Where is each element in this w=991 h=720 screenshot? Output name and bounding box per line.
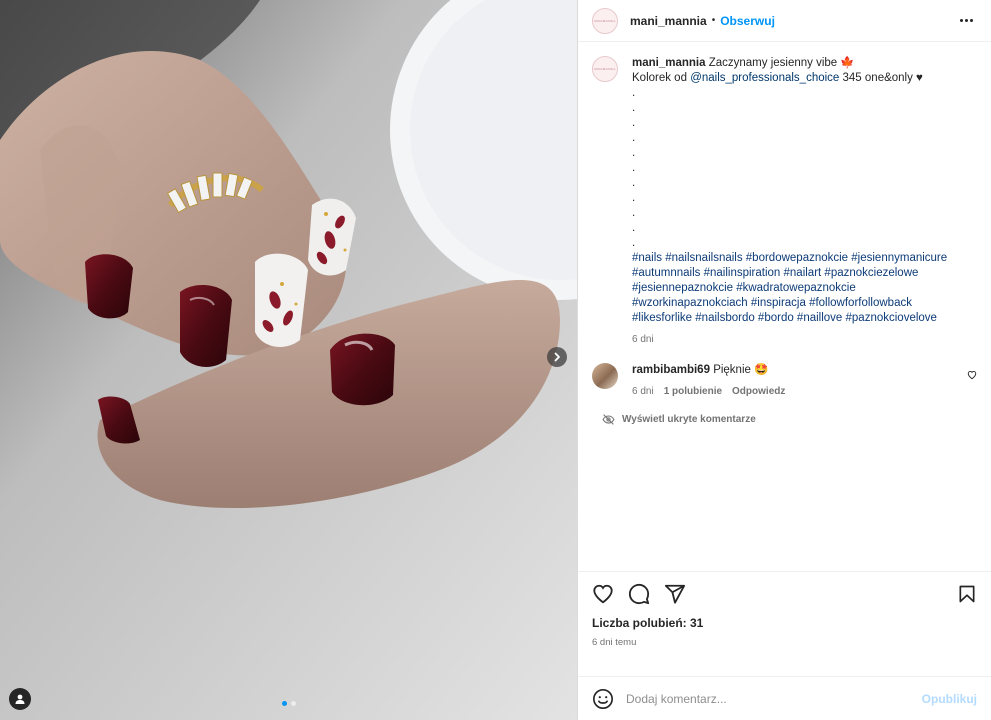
- caption-dot: .: [632, 207, 636, 219]
- comment-like-button[interactable]: [967, 369, 977, 383]
- comment-item: rambibambi69 Pięknie 🤩 6 dni 1 polubieni…: [592, 363, 977, 399]
- commenter-avatar[interactable]: [592, 363, 618, 389]
- carousel-dot-active: [281, 701, 287, 706]
- comment-age: 6 dni: [632, 386, 654, 397]
- caption-hashtags-line[interactable]: #jesiennepaznokcie #kwadratowepaznokcie: [632, 281, 977, 296]
- caption-hashtags-line[interactable]: #wzorkinapaznokciach #inspiracja #follow…: [632, 296, 977, 311]
- caption-line2-prefix: Kolorek od: [632, 72, 687, 84]
- add-comment-bar: Opublikuj: [578, 676, 991, 720]
- comment-input[interactable]: [626, 691, 922, 706]
- caption-dot: .: [632, 87, 636, 99]
- comment-reply-button[interactable]: Odpowiedz: [732, 384, 785, 399]
- caption-dot: .: [632, 102, 636, 114]
- caption-dot: .: [632, 192, 636, 204]
- post-header: MANIMANNIA mani_mannia • Obserwuj: [578, 0, 991, 42]
- caption-dot: .: [632, 117, 636, 129]
- caption-hashtags-line[interactable]: #nails #nailsnailsnails #bordowepaznokci…: [632, 251, 977, 266]
- bookmark-icon: [959, 585, 975, 603]
- emoji-picker-button[interactable]: [592, 688, 614, 710]
- show-hidden-comments-button[interactable]: Wyświetl ukryte komentarze: [602, 413, 977, 426]
- share-button[interactable]: [664, 583, 686, 605]
- chevron-right-icon: [554, 352, 560, 362]
- caption-line2-suffix: 345 one&only ♥: [842, 72, 923, 84]
- post-dialog: MANIMANNIA mani_mannia • Obserwuj MANIMA…: [0, 0, 991, 720]
- caption-author-avatar[interactable]: MANIMANNIA: [592, 56, 618, 82]
- hidden-comments-label: Wyświetl ukryte komentarze: [622, 414, 756, 425]
- save-button[interactable]: [957, 583, 977, 605]
- caption-hashtags-line[interactable]: #likesforlike #nailsbordo #bordo #naillo…: [632, 311, 977, 326]
- comment-likes-count[interactable]: 1 polubienie: [664, 384, 722, 399]
- heart-icon: [967, 370, 977, 380]
- carousel-dot: [290, 701, 296, 706]
- likes-count[interactable]: Liczba polubień: 31: [592, 616, 977, 630]
- eye-off-icon: [602, 414, 615, 425]
- more-options-button[interactable]: [956, 15, 977, 26]
- caption-body: mani_mannia Zaczynamy jesienny vibe 🍁 Ko…: [632, 56, 977, 347]
- caption-username[interactable]: mani_mannia: [632, 57, 706, 69]
- follow-button[interactable]: Obserwuj: [720, 14, 775, 28]
- user-tags-button[interactable]: [9, 688, 31, 710]
- paper-plane-icon: [664, 584, 686, 604]
- header-separator: •: [711, 15, 716, 26]
- caption-dot: .: [632, 147, 636, 159]
- smiley-icon: [593, 688, 613, 709]
- more-horizontal-icon: [960, 19, 973, 22]
- caption-dot: .: [632, 162, 636, 174]
- post-media[interactable]: [0, 0, 577, 720]
- post-side-panel: MANIMANNIA mani_mannia • Obserwuj MANIMA…: [577, 0, 991, 720]
- comment-body: rambibambi69 Pięknie 🤩 6 dni 1 polubieni…: [632, 363, 785, 399]
- caption-hashtags-line[interactable]: #autumnnails #nailinspiration #nailart #…: [632, 266, 977, 281]
- maple-leaf-emoji: 🍁: [840, 57, 855, 69]
- caption-dot: .: [632, 222, 636, 234]
- post-time: 6 dni temu: [592, 637, 637, 648]
- caption-dot: .: [632, 237, 636, 249]
- post-caption: MANIMANNIA mani_mannia Zaczynamy jesienn…: [592, 56, 977, 347]
- comment-actions: 6 dni 1 polubienie Odpowiedz: [632, 384, 785, 399]
- comments-section[interactable]: MANIMANNIA mani_mannia Zaczynamy jesienn…: [578, 42, 991, 571]
- caption-line1: Zaczynamy jesienny vibe: [708, 57, 838, 69]
- post-photo: [0, 0, 577, 720]
- caption-mention-link[interactable]: @nails_professionals_choice: [690, 72, 839, 84]
- avatar-logo-text: MANIMANNIA: [594, 18, 616, 23]
- carousel-next-button[interactable]: [547, 347, 567, 367]
- comment-text: Pięknie 🤩: [713, 364, 769, 376]
- author-username[interactable]: mani_mannia: [630, 14, 707, 28]
- like-button[interactable]: [592, 583, 614, 605]
- commenter-username[interactable]: rambibambi69: [632, 364, 710, 376]
- action-icons-row: [592, 582, 977, 606]
- carousel-indicator: [0, 701, 577, 706]
- comment-bubble-icon: [628, 583, 650, 605]
- caption-dot: .: [632, 177, 636, 189]
- comment-button[interactable]: [628, 583, 650, 605]
- caption-age: 6 dni: [632, 334, 654, 345]
- heart-icon: [593, 584, 613, 604]
- caption-dot: .: [632, 132, 636, 144]
- user-tag-icon: [15, 694, 25, 704]
- author-avatar[interactable]: MANIMANNIA: [592, 7, 618, 34]
- avatar-logo-text: MANIMANNIA: [594, 67, 616, 71]
- publish-button[interactable]: Opublikuj: [922, 692, 977, 706]
- post-actions: Liczba polubień: 31 6 dni temu: [578, 571, 991, 676]
